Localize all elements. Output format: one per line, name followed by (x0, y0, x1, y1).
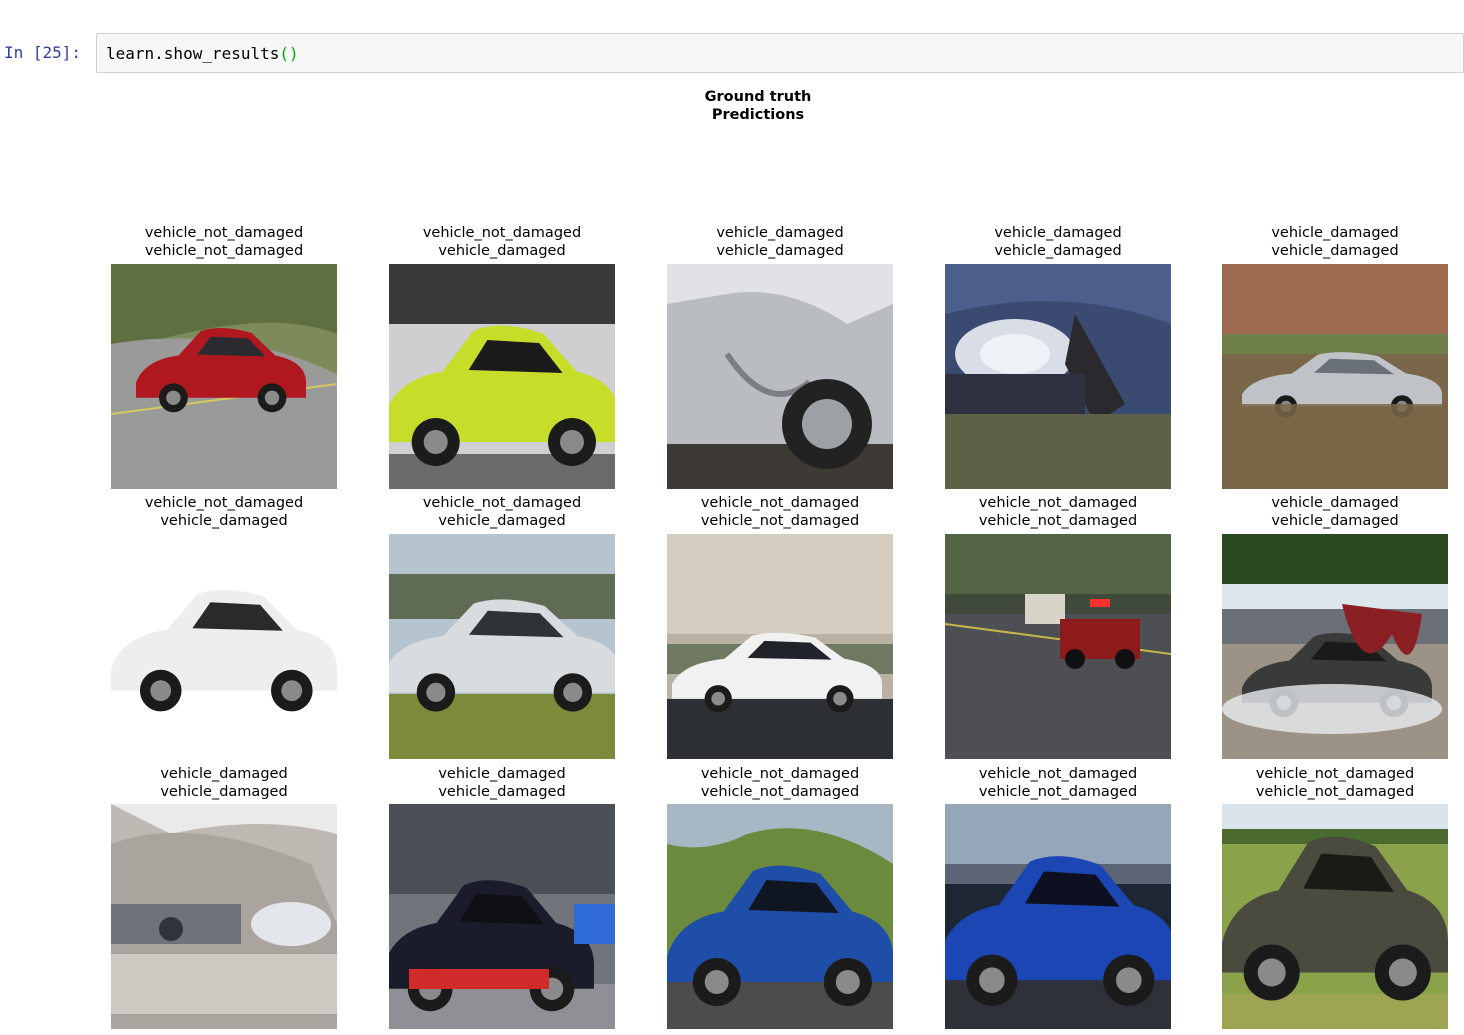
result-image (1222, 534, 1448, 759)
result-image (945, 804, 1171, 1029)
prediction-label: vehicle_damaged (1271, 513, 1399, 529)
ground-truth-label: vehicle_not_damaged (1255, 766, 1415, 782)
code-object: learn.show_results (106, 44, 280, 63)
code-text: learn.show_results() (106, 44, 299, 63)
result-image (1222, 264, 1448, 489)
result-image (389, 534, 615, 759)
prediction-label: vehicle_damaged (1271, 243, 1399, 259)
result-image (945, 264, 1171, 489)
ground-truth-label: vehicle_damaged (1271, 225, 1399, 241)
result-image (389, 264, 615, 489)
result-image (945, 534, 1171, 759)
figure-title-ground-truth: Ground truth (704, 89, 812, 105)
result-image (111, 804, 337, 1029)
ground-truth-label: vehicle_damaged (1271, 495, 1399, 511)
result-image (111, 264, 337, 489)
result-image (667, 264, 893, 489)
result-image (389, 804, 615, 1029)
figure-title-predictions: Predictions (711, 107, 805, 123)
result-image (1222, 804, 1448, 1029)
result-image (111, 534, 337, 759)
code-cell[interactable]: In [25]: learn.show_results() (0, 33, 1464, 75)
result-image (667, 804, 893, 1029)
prediction-label: vehicle_not_damaged (1255, 784, 1415, 800)
cell-prompt: In [25]: (4, 43, 82, 62)
code-input[interactable]: learn.show_results() (96, 33, 1464, 73)
code-parens: () (279, 44, 299, 63)
result-image (667, 534, 893, 759)
